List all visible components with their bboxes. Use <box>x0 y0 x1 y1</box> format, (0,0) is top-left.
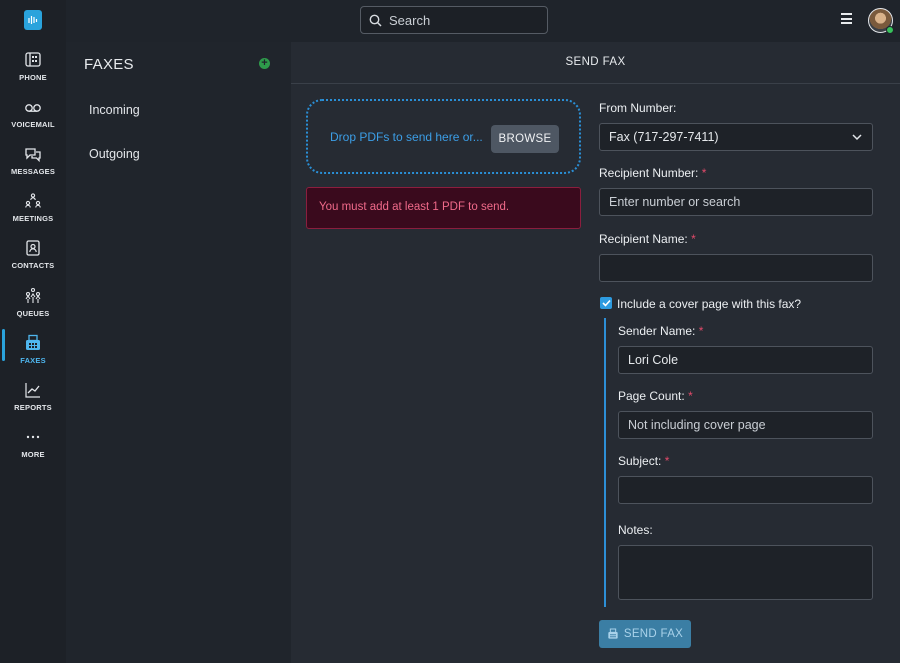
cover-page-label[interactable]: Include a cover page with this fax? <box>617 297 801 311</box>
rail-item-faxes[interactable]: FAXES <box>0 329 66 375</box>
rail-item-more[interactable]: MORE <box>0 425 66 469</box>
queues-icon <box>25 287 41 303</box>
pdf-dropzone[interactable]: Drop PDFs to send here or... BROWSE <box>306 99 581 174</box>
voicemail-icon <box>25 104 41 112</box>
notes-label: Notes: <box>618 523 653 537</box>
recipient-name-label: Recipient Name: * <box>599 232 696 246</box>
rail-item-phone[interactable]: PHONE <box>0 48 66 92</box>
fax-icon <box>608 628 618 639</box>
meetings-icon <box>25 193 41 208</box>
more-icon <box>26 435 40 439</box>
nav-item-outgoing[interactable]: Outgoing <box>89 147 140 161</box>
fax-icon <box>26 334 40 350</box>
dropzone-text: Drop PDFs to send here or... <box>330 130 483 144</box>
browse-button[interactable]: BROWSE <box>491 125 559 153</box>
rail-item-voicemail[interactable]: VOICEMAIL <box>0 95 66 139</box>
sender-name-label: Sender Name: * <box>618 324 704 338</box>
search-input[interactable] <box>389 12 529 28</box>
rail-item-contacts[interactable]: CONTACTS <box>0 236 66 280</box>
rail-item-label: VOICEMAIL <box>11 120 55 129</box>
messages-icon <box>25 148 41 163</box>
rail-item-label: MORE <box>21 450 45 459</box>
rail-item-label: MESSAGES <box>10 167 56 176</box>
nav-item-incoming[interactable]: Incoming <box>89 103 140 117</box>
recipient-name-input[interactable] <box>599 254 873 282</box>
subject-input[interactable] <box>618 476 873 504</box>
presence-status-dot <box>886 26 894 34</box>
search-icon <box>369 14 382 27</box>
rail-item-label: FAXES <box>20 356 46 365</box>
rail-item-label: CONTACTS <box>11 261 55 270</box>
recipient-number-label: Recipient Number: * <box>599 166 707 180</box>
app-logo-icon[interactable] <box>24 10 42 30</box>
page-count-input[interactable] <box>618 411 873 439</box>
rail-item-queues[interactable]: QUEUES <box>0 284 66 328</box>
chevron-down-icon <box>852 134 862 141</box>
send-fax-button[interactable]: SEND FAX <box>599 620 691 648</box>
panel-title: FAXES <box>84 56 134 73</box>
cover-section-indicator <box>604 318 606 607</box>
search-box[interactable] <box>360 6 548 34</box>
rail-item-reports[interactable]: REPORTS <box>0 378 66 422</box>
rail-item-messages[interactable]: MESSAGES <box>0 142 66 186</box>
rail-item-label: MEETINGS <box>12 214 54 223</box>
subject-label: Subject: * <box>618 454 670 468</box>
contacts-icon <box>26 240 40 256</box>
sender-name-input[interactable] <box>618 346 873 374</box>
notes-textarea[interactable] <box>618 545 873 600</box>
from-number-select[interactable]: Fax (717-297-7411) <box>599 123 873 151</box>
page-title: SEND FAX <box>291 42 900 84</box>
cover-page-checkbox[interactable] <box>600 297 612 309</box>
from-number-value: Fax (717-297-7411) <box>609 130 719 144</box>
top-bar <box>66 0 900 42</box>
avatar[interactable] <box>868 8 894 34</box>
reports-icon <box>25 383 40 398</box>
rail-item-label: PHONE <box>19 73 47 82</box>
send-fax-label: SEND FAX <box>623 628 684 640</box>
add-fax-button[interactable]: + <box>259 58 270 69</box>
app-rail: PHONE VOICEMAIL MESSAGES MEETINGS CONTAC… <box>0 0 66 663</box>
menu-hamburger-icon[interactable] <box>841 13 855 27</box>
checkmark-icon <box>601 299 611 307</box>
faxes-panel: FAXES + Incoming Outgoing <box>66 42 291 663</box>
rail-item-label: REPORTS <box>14 403 52 412</box>
rail-item-label: QUEUES <box>16 309 50 318</box>
from-number-label: From Number: <box>599 101 677 115</box>
page-count-label: Page Count: * <box>618 389 693 403</box>
recipient-number-input[interactable] <box>599 188 873 216</box>
phone-icon <box>25 52 41 67</box>
rail-item-meetings[interactable]: MEETINGS <box>0 189 66 233</box>
error-message: You must add at least 1 PDF to send. <box>306 187 581 229</box>
